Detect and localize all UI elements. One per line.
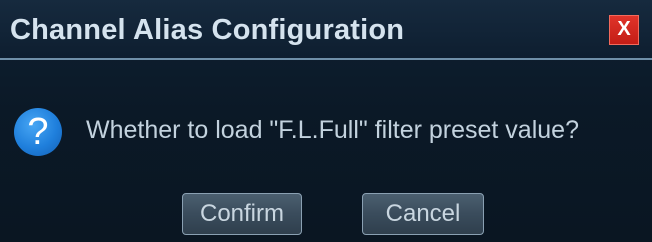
dialog-titlebar: Channel Alias Configuration X (0, 0, 652, 58)
title-divider (0, 58, 652, 60)
dialog-title: Channel Alias Configuration (10, 14, 405, 46)
close-button[interactable]: X (609, 15, 639, 45)
cancel-button[interactable]: Cancel (362, 193, 484, 235)
question-icon: ? (14, 108, 62, 156)
dialog-message: Whether to load "F.L.Full" filter preset… (86, 116, 579, 144)
channel-alias-dialog: Channel Alias Configuration X ? Whether … (0, 0, 652, 242)
confirm-button[interactable]: Confirm (182, 193, 302, 235)
